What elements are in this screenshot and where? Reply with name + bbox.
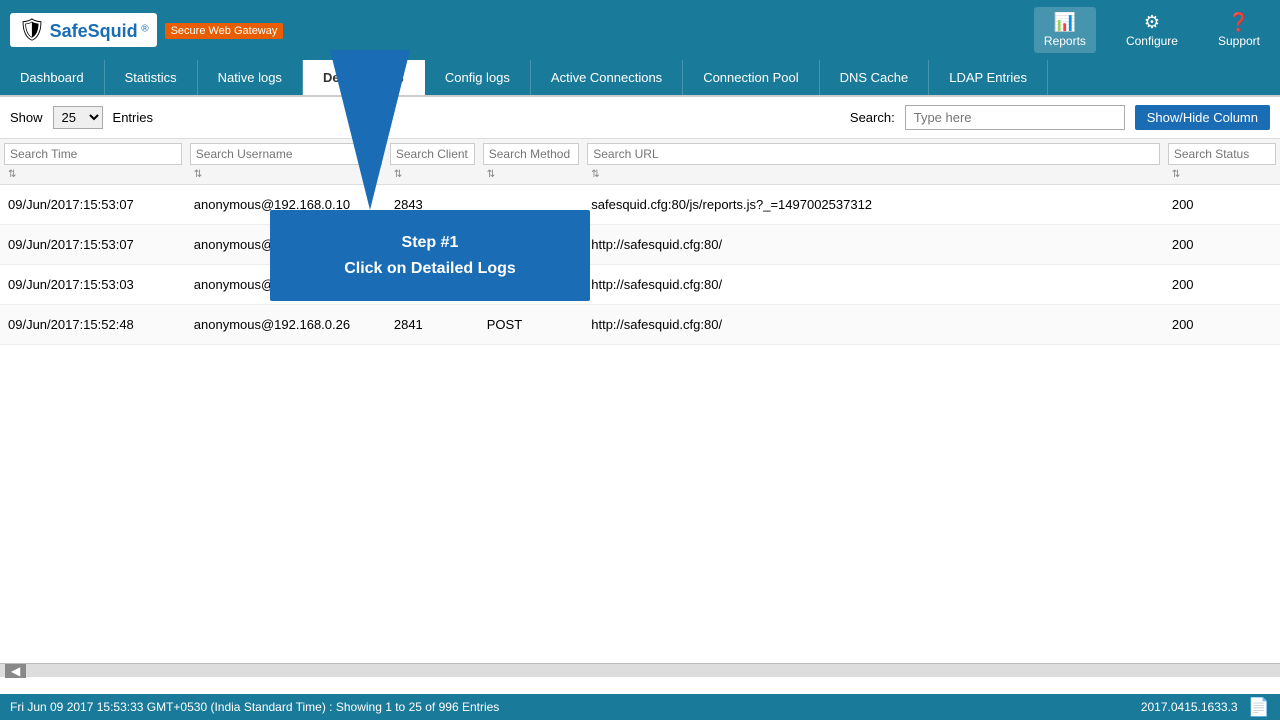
show-hide-column-button[interactable]: Show/Hide Column <box>1135 105 1270 130</box>
pdf-icon[interactable]: 📄 <box>1248 697 1270 718</box>
nav-reports[interactable]: 📊 Reports <box>1034 7 1096 53</box>
app-title: SafeSquid <box>50 21 138 41</box>
header-nav: 📊 Reports ⚙ Configure ❓ Support <box>1034 7 1270 53</box>
col-header-method: ⇅ <box>479 139 584 185</box>
toolbar: Show 25 50 100 Entries Search: Show/Hide… <box>0 97 1280 139</box>
reports-icon: 📊 <box>1044 12 1086 33</box>
table-wrapper: ⇅ ⇅ ⇅ ⇅ ⇅ <box>0 139 1280 663</box>
cell-username: anonymous@192.168.0.10 <box>186 185 386 225</box>
app-header: 🛡 SafeSquid ® Secure Web Gateway 📊 Repor… <box>0 0 1280 60</box>
table-row[interactable]: 09/Jun/2017:15:53:03 anonymous@192.168.0… <box>0 265 1280 305</box>
table-body: 09/Jun/2017:15:53:07 anonymous@192.168.0… <box>0 185 1280 345</box>
table-row[interactable]: 09/Jun/2017:15:53:07 anonymous@192.168.0… <box>0 185 1280 225</box>
cell-method: POST <box>479 265 584 305</box>
nav-reports-label: Reports <box>1044 34 1086 48</box>
nav-configure[interactable]: ⚙ Configure <box>1116 7 1188 53</box>
col-header-client: ⇅ <box>386 139 479 185</box>
app-subtitle: Secure Web Gateway <box>165 23 284 39</box>
cell-username: anonymous@192.168.0.26 <box>186 305 386 345</box>
sort-url-icon[interactable]: ⇅ <box>591 169 599 180</box>
logo-icon: 🛡 <box>18 17 46 42</box>
search-input[interactable] <box>905 105 1125 130</box>
cell-client: 2841 <box>386 305 479 345</box>
tab-native-logs[interactable]: Native logs <box>198 60 303 95</box>
scroll-hint: ◀ <box>0 663 1280 677</box>
col-header-url: ⇅ <box>583 139 1164 185</box>
search-row: ⇅ ⇅ ⇅ ⇅ ⇅ <box>0 139 1280 185</box>
footer-version: 2017.0415.1633.3 <box>1141 700 1238 714</box>
configure-icon: ⚙ <box>1126 12 1178 33</box>
cell-username: anonymous@192.168.0.10 <box>186 225 386 265</box>
tab-statistics[interactable]: Statistics <box>105 60 198 95</box>
tab-config-logs[interactable]: Config logs <box>425 60 531 95</box>
cell-client: 2843 <box>386 185 479 225</box>
cell-time: 09/Jun/2017:15:53:07 <box>0 185 186 225</box>
cell-client: 2842 <box>386 265 479 305</box>
search-client-input[interactable] <box>390 143 475 165</box>
entries-label: Entries <box>113 110 153 125</box>
entries-select[interactable]: 25 50 100 <box>53 106 103 129</box>
table-row[interactable]: 09/Jun/2017:15:53:07 anonymous@192.168.0… <box>0 225 1280 265</box>
cell-url: http://safesquid.cfg:80/ <box>583 305 1164 345</box>
search-status-input[interactable] <box>1168 143 1276 165</box>
sort-method-icon[interactable]: ⇅ <box>487 169 495 180</box>
tab-connection-pool[interactable]: Connection Pool <box>683 60 819 95</box>
cell-status: 200 <box>1164 305 1280 345</box>
col-header-time: ⇅ <box>0 139 186 185</box>
sort-client-icon[interactable]: ⇅ <box>394 169 402 180</box>
cell-client: 2843 <box>386 225 479 265</box>
nav-support-label: Support <box>1218 34 1260 48</box>
data-table: ⇅ ⇅ ⇅ ⇅ ⇅ <box>0 139 1280 345</box>
cell-method: POST <box>479 305 584 345</box>
cell-status: 200 <box>1164 265 1280 305</box>
search-url-input[interactable] <box>587 143 1160 165</box>
cell-method: POST <box>479 225 584 265</box>
tab-detailed-logs[interactable]: Detailed logs <box>303 60 425 95</box>
col-header-username: ⇅ <box>186 139 386 185</box>
show-label: Show <box>10 110 43 125</box>
cell-url: http://safesquid.cfg:80/ <box>583 225 1164 265</box>
cell-status: 200 <box>1164 225 1280 265</box>
cell-status: 200 <box>1164 185 1280 225</box>
cell-url: safesquid.cfg:80/js/reports.js?_=1497002… <box>583 185 1164 225</box>
cell-time: 09/Jun/2017:15:53:03 <box>0 265 186 305</box>
tab-active-connections[interactable]: Active Connections <box>531 60 683 95</box>
nav-configure-label: Configure <box>1126 34 1178 48</box>
search-method-input[interactable] <box>483 143 580 165</box>
support-icon: ❓ <box>1218 12 1260 33</box>
tab-dashboard[interactable]: Dashboard <box>0 60 105 95</box>
tab-dns-cache[interactable]: DNS Cache <box>820 60 930 95</box>
footer-status: Fri Jun 09 2017 15:53:33 GMT+0530 (India… <box>10 700 499 714</box>
logo-area: 🛡 SafeSquid ® Secure Web Gateway <box>10 13 283 47</box>
tab-bar: Dashboard Statistics Native logs Detaile… <box>0 60 1280 97</box>
sort-username-icon[interactable]: ⇅ <box>194 169 202 180</box>
scroll-left-button[interactable]: ◀ <box>5 664 26 678</box>
search-time-input[interactable] <box>4 143 182 165</box>
cell-time: 09/Jun/2017:15:52:48 <box>0 305 186 345</box>
tab-ldap-entries[interactable]: LDAP Entries <box>929 60 1048 95</box>
table-row[interactable]: 09/Jun/2017:15:52:48 anonymous@192.168.0… <box>0 305 1280 345</box>
search-username-input[interactable] <box>190 143 382 165</box>
cell-url: http://safesquid.cfg:80/ <box>583 265 1164 305</box>
col-header-status: ⇅ <box>1164 139 1280 185</box>
search-label: Search: <box>850 110 895 125</box>
cell-username: anonymous@192.168.0.26 <box>186 265 386 305</box>
cell-method <box>479 185 584 225</box>
logo-box: 🛡 SafeSquid ® <box>10 13 157 47</box>
sort-status-icon[interactable]: ⇅ <box>1172 169 1180 180</box>
nav-support[interactable]: ❓ Support <box>1208 7 1270 53</box>
sort-time-icon[interactable]: ⇅ <box>8 169 16 180</box>
cell-time: 09/Jun/2017:15:53:07 <box>0 225 186 265</box>
footer: Fri Jun 09 2017 15:53:33 GMT+0530 (India… <box>0 694 1280 720</box>
